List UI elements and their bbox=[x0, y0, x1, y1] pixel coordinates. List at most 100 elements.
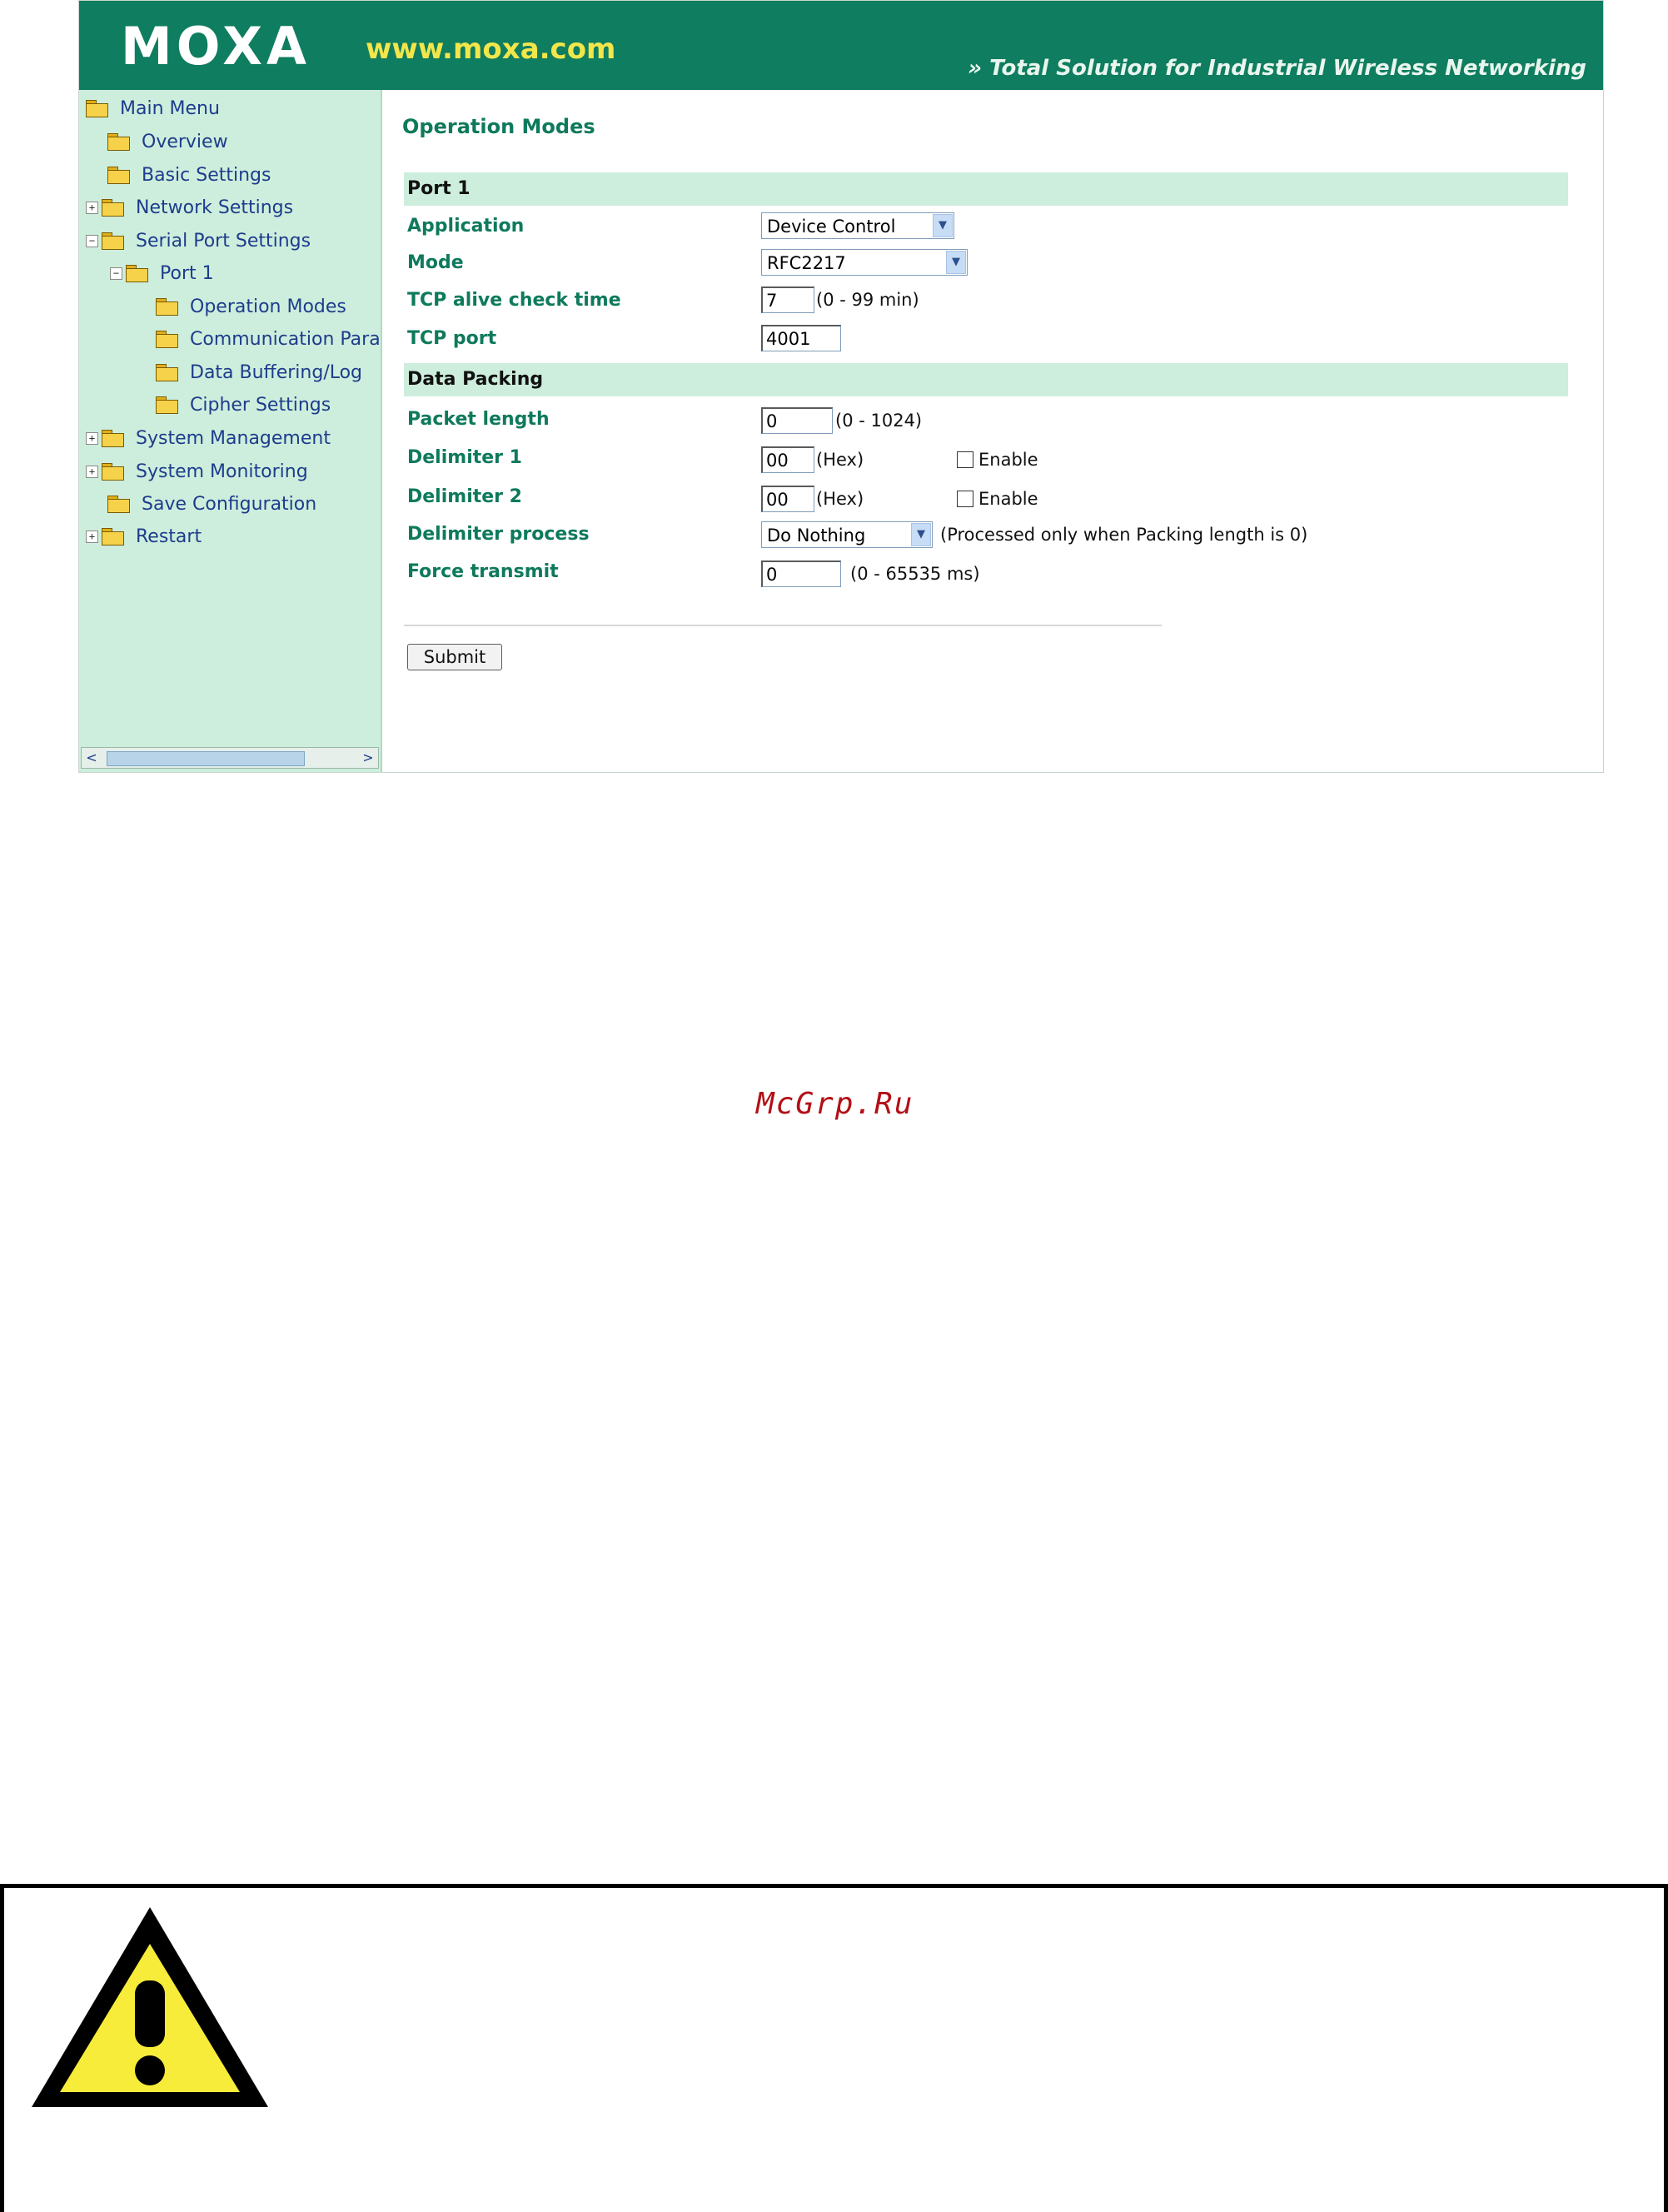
chevron-down-icon[interactable]: ▼ bbox=[911, 523, 931, 546]
folder-icon bbox=[156, 364, 178, 381]
packet-length-input[interactable] bbox=[761, 407, 833, 434]
delimiter-2-input[interactable] bbox=[761, 486, 814, 512]
submit-button[interactable]: Submit bbox=[407, 644, 502, 670]
browser-screenshot: MOXA www.moxa.com » Total Solution for I… bbox=[78, 0, 1604, 773]
nav-item-label: Network Settings bbox=[136, 197, 294, 218]
delimiter-process-select[interactable]: Do Nothing ▼ bbox=[761, 521, 933, 548]
warning-icon bbox=[32, 1907, 268, 2107]
nav-item-label: Save Configuration bbox=[142, 493, 317, 515]
force-transmit-input[interactable] bbox=[761, 560, 841, 587]
mode-label: Mode bbox=[407, 252, 464, 273]
nav-item-label: Communication Para bbox=[190, 328, 381, 350]
delimiter-2-hex-hint: (Hex) bbox=[816, 489, 864, 509]
folder-icon bbox=[102, 528, 124, 546]
expand-icon[interactable]: + bbox=[86, 201, 98, 214]
mode-select[interactable]: RFC2217 ▼ bbox=[761, 249, 968, 276]
folder-icon bbox=[156, 298, 178, 316]
header-tagline: » Total Solution for Industrial Wireless… bbox=[968, 56, 1586, 81]
folder-icon bbox=[86, 100, 108, 117]
nav-item-label: Main Menu bbox=[120, 97, 220, 119]
nav-item-save-configuration[interactable]: Save Configuration bbox=[107, 489, 316, 519]
nav-item-label: Cipher Settings bbox=[190, 394, 331, 416]
nav-item-system-management[interactable]: + System Management bbox=[86, 423, 331, 453]
expand-icon[interactable]: + bbox=[86, 431, 98, 445]
nav-item-label: Operation Modes bbox=[190, 296, 346, 317]
folder-icon bbox=[156, 331, 178, 348]
delimiter-1-enable-label: Enable bbox=[978, 450, 1038, 470]
delimiter-2-enable-checkbox[interactable] bbox=[957, 491, 973, 507]
main-content: Operation Modes Port 1 Application Devic… bbox=[382, 90, 1603, 772]
tcp-port-input[interactable] bbox=[761, 325, 841, 351]
watermark-text: McGrp.Ru bbox=[756, 1087, 914, 1121]
form-divider bbox=[404, 625, 1162, 626]
scroll-left-icon[interactable]: < bbox=[82, 748, 102, 768]
page-title: Operation Modes bbox=[402, 115, 595, 138]
nav-item-label: System Monitoring bbox=[136, 461, 308, 482]
delimiter-process-label: Delimiter process bbox=[407, 524, 590, 545]
folder-icon bbox=[102, 232, 124, 250]
warning-box bbox=[0, 1884, 1668, 2212]
delimiter-2-enable-label: Enable bbox=[978, 489, 1038, 509]
folder-icon bbox=[102, 463, 124, 481]
nav-item-data-buffering[interactable]: Data Buffering/Log bbox=[156, 357, 362, 387]
application-select[interactable]: Device Control ▼ bbox=[761, 212, 954, 239]
nav-item-system-monitoring[interactable]: + System Monitoring bbox=[86, 456, 308, 486]
nav-item-label: Overview bbox=[142, 131, 228, 152]
delimiter-1-label: Delimiter 1 bbox=[407, 447, 522, 468]
folder-icon bbox=[156, 396, 178, 414]
folder-icon bbox=[102, 430, 124, 447]
nav-horizontal-scrollbar[interactable]: < > bbox=[81, 747, 379, 769]
folder-icon bbox=[102, 199, 124, 217]
site-url: www.moxa.com bbox=[366, 32, 616, 66]
expand-icon[interactable]: + bbox=[86, 530, 98, 543]
scrollbar-thumb[interactable] bbox=[107, 751, 305, 766]
nav-item-communication-parameters[interactable]: Communication Para bbox=[156, 324, 381, 354]
folder-icon bbox=[126, 265, 148, 282]
application-label: Application bbox=[407, 216, 525, 237]
delimiter-1-input[interactable] bbox=[761, 446, 814, 473]
expand-icon[interactable]: + bbox=[86, 465, 98, 478]
nav-item-serial-port-settings[interactable]: − Serial Port Settings bbox=[86, 226, 311, 256]
delimiter-2-label: Delimiter 2 bbox=[407, 486, 522, 507]
nav-item-overview[interactable]: Overview bbox=[107, 127, 228, 157]
force-transmit-label: Force transmit bbox=[407, 561, 559, 582]
nav-item-label: Basic Settings bbox=[142, 164, 271, 186]
collapse-icon[interactable]: − bbox=[110, 267, 122, 280]
delimiter-process-hint: (Processed only when Packing length is 0… bbox=[940, 525, 1308, 545]
folder-icon bbox=[107, 167, 130, 184]
nav-item-label: Serial Port Settings bbox=[136, 230, 311, 252]
packet-length-label: Packet length bbox=[407, 409, 550, 430]
sidebar-nav: Main Menu Overview Basic Settings + Netw… bbox=[79, 90, 382, 772]
mode-value: RFC2217 bbox=[767, 253, 846, 273]
nav-item-label: Data Buffering/Log bbox=[190, 361, 363, 383]
tcp-port-label: TCP port bbox=[407, 328, 497, 349]
nav-item-label: Port 1 bbox=[160, 262, 214, 284]
nav-item-label: Restart bbox=[136, 526, 202, 547]
chevron-down-icon[interactable]: ▼ bbox=[946, 251, 966, 274]
section-port-1: Port 1 bbox=[404, 172, 1568, 206]
nav-item-port-1[interactable]: − Port 1 bbox=[110, 258, 214, 288]
delimiter-process-value: Do Nothing bbox=[767, 526, 866, 546]
collapse-icon[interactable]: − bbox=[86, 234, 98, 247]
packet-length-hint: (0 - 1024) bbox=[835, 411, 923, 431]
tcp-alive-input[interactable] bbox=[761, 286, 814, 313]
chevron-down-icon[interactable]: ▼ bbox=[933, 214, 953, 237]
delimiter-1-hex-hint: (Hex) bbox=[816, 450, 864, 470]
nav-item-main-menu[interactable]: Main Menu bbox=[86, 93, 220, 123]
delimiter-1-enable-checkbox[interactable] bbox=[957, 451, 973, 468]
tcp-alive-label: TCP alive check time bbox=[407, 290, 621, 311]
application-value: Device Control bbox=[767, 217, 896, 237]
tcp-alive-hint: (0 - 99 min) bbox=[816, 290, 919, 310]
nav-item-cipher-settings[interactable]: Cipher Settings bbox=[156, 390, 331, 420]
nav-item-basic-settings[interactable]: Basic Settings bbox=[107, 160, 271, 190]
header-banner: MOXA www.moxa.com » Total Solution for I… bbox=[79, 1, 1603, 90]
section-data-packing: Data Packing bbox=[404, 363, 1568, 396]
scroll-right-icon[interactable]: > bbox=[358, 748, 378, 768]
folder-icon bbox=[107, 133, 130, 151]
nav-item-restart[interactable]: + Restart bbox=[86, 521, 202, 551]
nav-item-label: System Management bbox=[136, 427, 331, 449]
folder-icon bbox=[107, 496, 130, 513]
nav-item-operation-modes[interactable]: Operation Modes bbox=[156, 291, 346, 321]
moxa-logo: MOXA bbox=[121, 16, 311, 77]
nav-item-network-settings[interactable]: + Network Settings bbox=[86, 192, 293, 222]
